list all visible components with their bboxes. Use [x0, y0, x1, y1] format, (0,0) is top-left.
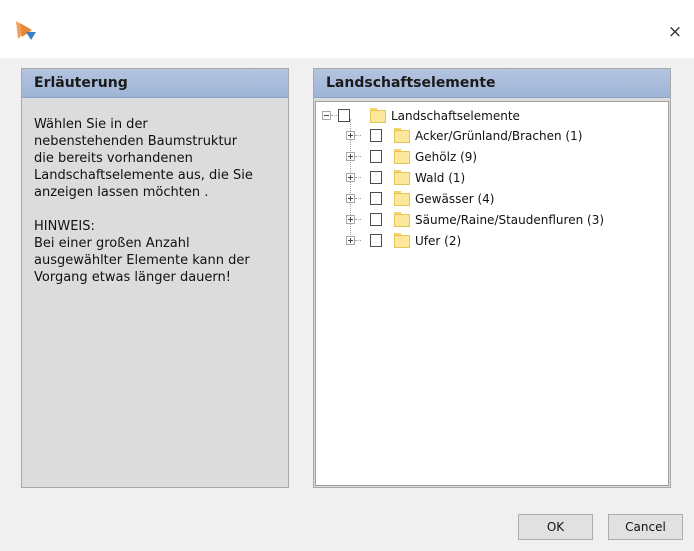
folder-icon [394, 149, 410, 164]
landscape-elements-tree[interactable]: Landschaftselemente Acker/Grünland/Brach… [315, 101, 669, 486]
node-checkbox[interactable] [370, 171, 382, 184]
root-checkbox[interactable] [338, 109, 350, 122]
title-bar: × [0, 0, 694, 58]
explanation-text: Wählen Sie in der nebenstehenden Baumstr… [34, 117, 253, 285]
tree-node-label[interactable]: Acker/Grünland/Brachen (1) [415, 127, 582, 145]
tree-node-label[interactable]: Wald (1) [415, 169, 465, 187]
tree-root-node[interactable]: Landschaftselemente [322, 107, 662, 127]
close-button[interactable]: × [662, 20, 688, 44]
tree-node-label[interactable]: Landschaftselemente [391, 107, 520, 125]
expand-icon[interactable] [346, 194, 355, 203]
folder-icon [394, 191, 410, 206]
tree-connector [355, 156, 361, 157]
node-checkbox[interactable] [370, 129, 382, 142]
tree-node-gewaesser[interactable]: Gewässer (4) [346, 190, 666, 210]
tree-node-label[interactable]: Gehölz (9) [415, 148, 477, 166]
app-logo-icon [16, 21, 36, 40]
tree-connector [355, 219, 361, 220]
landscape-elements-panel: Landschaftselemente Landschaftselemente … [313, 68, 671, 488]
node-checkbox[interactable] [370, 234, 382, 247]
node-checkbox[interactable] [370, 213, 382, 226]
explanation-panel-title: Erläuterung [22, 69, 288, 98]
ok-button[interactable]: OK [518, 514, 593, 540]
landscape-elements-panel-title: Landschaftselemente [314, 69, 670, 98]
expand-icon[interactable] [346, 236, 355, 245]
expand-icon[interactable] [346, 215, 355, 224]
folder-icon [394, 170, 410, 185]
tree-node-ufer[interactable]: Ufer (2) [346, 232, 666, 252]
folder-icon [394, 128, 410, 143]
tree-connector [355, 240, 361, 241]
expand-icon[interactable] [346, 152, 355, 161]
tree-connector [355, 177, 361, 178]
node-checkbox[interactable] [370, 150, 382, 163]
tree-connector [355, 198, 361, 199]
tree-node-wald[interactable]: Wald (1) [346, 169, 666, 189]
expand-icon[interactable] [346, 173, 355, 182]
tree-node-label[interactable]: Ufer (2) [415, 232, 461, 250]
tree-connector [355, 135, 361, 136]
explanation-panel: Erläuterung Wählen Sie in der nebenstehe… [21, 68, 289, 488]
node-checkbox[interactable] [370, 192, 382, 205]
tree-node-acker[interactable]: Acker/Grünland/Brachen (1) [346, 127, 666, 147]
folder-icon [394, 212, 410, 227]
folder-icon [394, 233, 410, 248]
tree-node-label[interactable]: Gewässer (4) [415, 190, 494, 208]
tree-connector [331, 115, 337, 116]
tree-node-saeume[interactable]: Säume/Raine/Staudenfluren (3) [346, 211, 666, 231]
collapse-icon[interactable] [322, 111, 331, 120]
expand-icon[interactable] [346, 131, 355, 140]
cancel-button[interactable]: Cancel [608, 514, 683, 540]
folder-icon [370, 108, 386, 123]
tree-node-gehoelz[interactable]: Gehölz (9) [346, 148, 666, 168]
tree-node-label[interactable]: Säume/Raine/Staudenfluren (3) [415, 211, 604, 229]
